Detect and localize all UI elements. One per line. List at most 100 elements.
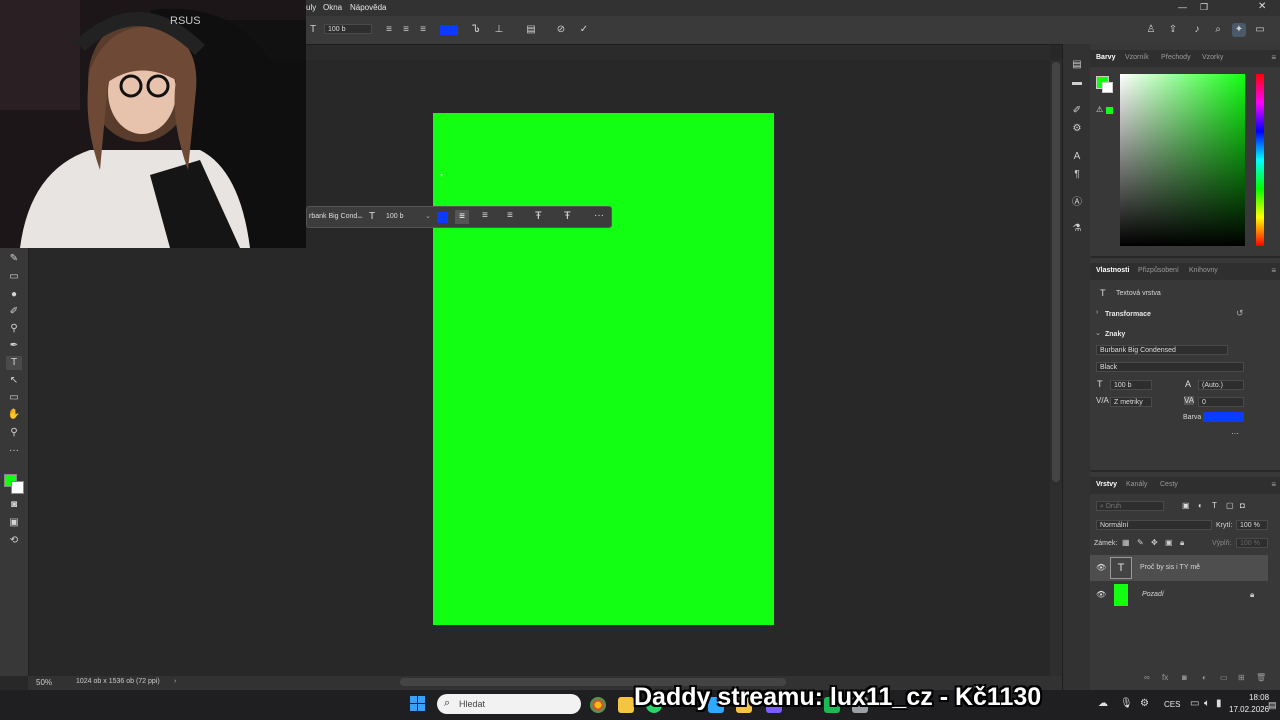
cancel-icon[interactable]: ⊘ (554, 23, 568, 37)
tab-properties[interactable]: Vlastnosti (1096, 267, 1129, 274)
lock-artboard-icon[interactable]: ▣ (1165, 538, 1173, 547)
upload-icon[interactable]: ⇪ (1166, 23, 1180, 37)
path-select-icon[interactable]: ↖ (6, 374, 22, 388)
lock-icon[interactable]: 🔒︎ (1250, 590, 1254, 600)
menu-item-filter[interactable]: uly (306, 3, 316, 12)
menu-item-help[interactable]: Nápověda (350, 3, 386, 12)
lock-position-icon[interactable]: ✥ (1151, 538, 1158, 547)
tab-color[interactable]: Barvy (1096, 54, 1115, 61)
font-name[interactable]: rbank Big Cond... (309, 213, 363, 220)
text-orientation-icon[interactable]: T (306, 23, 320, 37)
layer-row-background[interactable]: 👁︎ Pozadí 🔒︎ (1090, 582, 1268, 608)
zoom-level[interactable]: 50% (36, 678, 52, 687)
taskbar-search-box[interactable]: ⌕ Hledat (437, 694, 581, 714)
kerning-field[interactable]: Z metriky (1110, 397, 1152, 407)
hue-slider[interactable] (1256, 74, 1264, 246)
filter-smart-object-icon[interactable]: ◘ (1240, 501, 1245, 510)
font-family-select[interactable]: Burbank Big Condensed (1096, 345, 1228, 355)
align-right-icon[interactable]: ≡ (507, 210, 513, 221)
chevron-down-icon[interactable]: ⌄ (1095, 329, 1101, 337)
fx-icon[interactable]: fx (1162, 673, 1168, 682)
trash-icon[interactable]: 🗑︎ (1256, 673, 1266, 682)
align-right-icon[interactable]: ≡ (416, 23, 430, 37)
text-color-swatch[interactable] (1203, 412, 1244, 422)
document-canvas[interactable] (433, 113, 774, 625)
more-icon[interactable]: ··· (594, 210, 604, 221)
language-indicator[interactable]: CES (1164, 700, 1180, 709)
section-character[interactable]: Znaky (1105, 331, 1125, 338)
new-layer-icon[interactable]: ⊞ (1238, 673, 1245, 682)
history-icon[interactable]: ▤ (1070, 58, 1084, 72)
tracking-field[interactable]: 0 (1198, 397, 1244, 407)
font-style-select[interactable]: Black (1096, 362, 1244, 372)
tab-channels[interactable]: Kanály (1126, 481, 1147, 488)
tab-adjustments[interactable]: Přizpůsobení (1138, 267, 1179, 274)
type-tool-icon[interactable]: T (6, 356, 22, 370)
paragraph-icon[interactable]: ¶ (1070, 168, 1084, 182)
eye-icon[interactable]: 👁︎ (1096, 590, 1106, 599)
panel-menu-icon[interactable]: ≡ (1271, 53, 1276, 62)
brush-settings-icon[interactable]: ✐ (1070, 104, 1084, 118)
panel-menu-icon[interactable]: ≡ (1271, 266, 1276, 275)
tab-libraries[interactable]: Knihovny (1189, 267, 1218, 274)
hand-icon[interactable]: ✋ (6, 408, 22, 422)
notification-icon[interactable]: ▤ (1268, 700, 1277, 711)
opacity-field[interactable]: 100 % (1236, 520, 1268, 530)
search-icon[interactable]: ⌕ (1211, 23, 1225, 37)
font-size-field[interactable]: 100 b (324, 24, 372, 34)
tab-layers[interactable]: Vrstvy (1096, 481, 1117, 488)
warp-text-icon[interactable]: Ꮦ (469, 23, 483, 37)
filter-adjustment-icon[interactable]: ◐ (1198, 501, 1203, 510)
section-transform[interactable]: Transformace (1105, 311, 1151, 318)
share-icon[interactable]: ♙ (1144, 23, 1158, 37)
warning-icon[interactable]: ⚠ (1096, 105, 1103, 114)
gamut-swatch[interactable] (1106, 107, 1113, 114)
lock-all-icon[interactable]: 🔒︎ (1180, 538, 1184, 548)
menu-item-window[interactable]: Okna (323, 3, 342, 12)
blur-drop-icon[interactable]: ● (6, 288, 22, 302)
text-transform-icon[interactable]: Ŧ (535, 210, 542, 222)
commit-icon[interactable]: ✓ (577, 23, 591, 37)
screen-mode-icon[interactable]: ▣ (6, 516, 22, 530)
pen-icon[interactable]: ✒ (6, 339, 22, 353)
background-color-swatch[interactable] (1102, 82, 1113, 93)
layer-filter-search[interactable]: ⌕ Druh (1096, 501, 1164, 511)
more-tools-icon[interactable]: ··· (6, 444, 22, 458)
align-center-icon[interactable]: ≡ (482, 210, 488, 221)
align-center-icon[interactable]: ≡ (399, 23, 413, 37)
text-color-swatch[interactable] (440, 25, 458, 35)
windows-start-icon[interactable] (410, 696, 426, 712)
dodge-icon[interactable]: ⚲ (6, 322, 22, 336)
cloud-icon[interactable]: ☁ (1098, 698, 1108, 709)
character-panel-icon[interactable]: ▤ (524, 23, 538, 37)
tab-gradients[interactable]: Přechody (1161, 54, 1191, 61)
leading-field[interactable]: (Auto.) (1198, 380, 1244, 390)
chevron-right-icon[interactable]: › (174, 678, 176, 685)
minimize-icon[interactable]: — (1178, 2, 1187, 12)
volume-icon[interactable]: 🔈︎ (1204, 698, 1210, 709)
restore-icon[interactable]: ❐ (1200, 2, 1208, 13)
tab-swatches[interactable]: Vzorník (1125, 54, 1149, 61)
mask-icon[interactable]: ◙ (1182, 673, 1187, 682)
font-size-value[interactable]: 100 b (386, 213, 404, 220)
align-left-icon[interactable]: ≡ (455, 210, 469, 224)
libraries-icon[interactable]: ⚗ (1070, 222, 1084, 236)
fill-field[interactable]: 100 % (1236, 538, 1268, 548)
background-color-swatch[interactable] (11, 481, 24, 494)
filter-image-icon[interactable]: ▣ (1182, 501, 1190, 510)
adjustments-icon[interactable]: ⚙ (1070, 122, 1084, 136)
filter-type-icon[interactable]: T (1212, 501, 1217, 510)
reset-icon[interactable]: ↺ (1236, 308, 1244, 319)
bell-icon[interactable]: ♪ (1190, 23, 1204, 37)
microphone-icon[interactable]: 🎙︎ (1120, 698, 1133, 709)
layer-name[interactable]: Proč by sis i TY mě (1140, 564, 1200, 571)
align-left-icon[interactable]: ≡ (382, 23, 396, 37)
clock-date[interactable]: 17.02.2026 (1229, 705, 1269, 714)
file-explorer-icon[interactable] (618, 697, 634, 713)
group-icon[interactable]: ▭ (1220, 673, 1228, 682)
tab-patterns[interactable]: Vzorky (1202, 54, 1223, 61)
text-baseline-icon[interactable]: ⊥ (492, 23, 506, 37)
monitor-icon[interactable]: ▭ (1190, 698, 1199, 709)
eraser-icon[interactable]: ▭ (6, 270, 22, 284)
quick-mask-icon[interactable]: ◙ (6, 498, 22, 512)
